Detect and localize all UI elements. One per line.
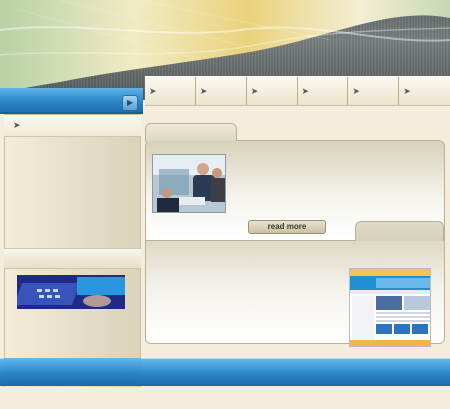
page: ➤ ➤ ➤ ➤ ➤ ➤ ▶ ➤ read more <box>0 0 450 409</box>
top-nav: ➤ ➤ ➤ ➤ ➤ ➤ <box>145 76 450 106</box>
chevron-right-icon: ➤ <box>199 86 208 96</box>
nav-item-1[interactable]: ➤ <box>145 77 196 105</box>
business-people-photo <box>152 154 226 213</box>
menu-toggle-button[interactable]: ▶ <box>122 95 138 111</box>
arrow-icon: ▶ <box>127 98 134 107</box>
read-more-button[interactable]: read more <box>248 220 326 234</box>
nav-item-5[interactable]: ➤ <box>348 77 400 105</box>
nav-item-3[interactable]: ➤ <box>247 77 298 105</box>
secondary-panel-tab <box>355 221 444 241</box>
nav-item-4[interactable]: ➤ <box>298 77 349 105</box>
chevron-right-icon: ➤ <box>149 86 157 96</box>
footer-sidebar-cap <box>4 358 141 386</box>
chevron-right-icon: ➤ <box>301 86 310 96</box>
sidebar-header[interactable]: ➤ <box>4 115 141 137</box>
chevron-right-icon: ➤ <box>13 120 21 130</box>
panel-divider-line <box>146 240 356 243</box>
keyboard-calculator-image <box>17 275 125 309</box>
nav-item-2[interactable]: ➤ <box>196 77 247 105</box>
chevron-right-icon: ➤ <box>250 86 259 96</box>
sidebar-divider-band <box>4 248 141 269</box>
business-people-image <box>153 155 225 212</box>
website-template-thumbnail[interactable] <box>349 268 431 347</box>
nav-item-6[interactable]: ➤ <box>399 77 450 105</box>
chevron-right-icon: ➤ <box>352 86 360 96</box>
bottom-margin <box>0 387 450 409</box>
template-preview-image <box>350 269 430 346</box>
sidebar-photo <box>17 275 125 309</box>
chevron-right-icon: ➤ <box>403 86 411 96</box>
main-panel-tab <box>145 123 237 142</box>
